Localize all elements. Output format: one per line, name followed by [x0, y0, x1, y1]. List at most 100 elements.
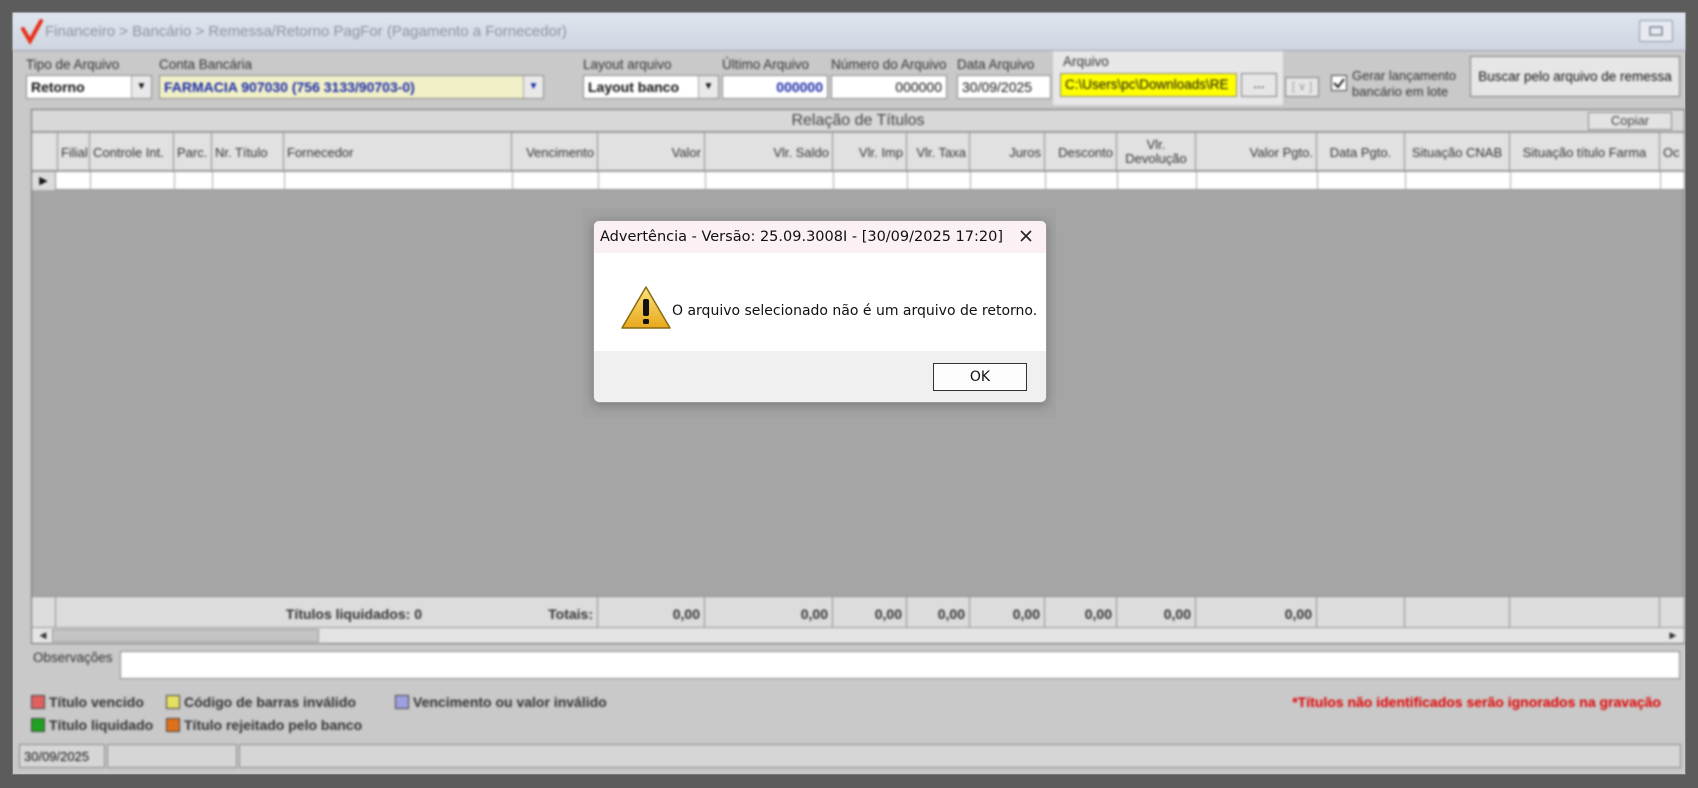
total-empty [1317, 597, 1405, 631]
arquivo-path-field[interactable]: C:\Users\pc\Downloads\RE [1060, 73, 1237, 97]
conta-bancaria-select[interactable]: FARMACIA 907030 (756 3133/90703-0) ▼ [159, 75, 544, 99]
totais-label: Totais: [426, 597, 598, 631]
col-header[interactable]: Parc. [174, 133, 212, 171]
grid-header-row: Filial Controle Int. Parc. Nr. Título Fo… [32, 133, 1684, 171]
ultimo-arquivo-field[interactable]: 000000 [722, 75, 828, 99]
horizontal-scrollbar[interactable]: ◀ ▶ [32, 627, 1684, 643]
legend-label: Título liquidado [49, 717, 154, 733]
status-bar: 30/09/2025 [19, 744, 1681, 768]
col-header[interactable]: Juros [970, 133, 1045, 171]
conta-bancaria-value: FARMACIA 907030 (756 3133/90703-0) [164, 79, 415, 95]
data-arquivo-field[interactable]: 30/09/2025 [957, 75, 1051, 99]
row-pointer-icon: ▶ [32, 172, 56, 190]
scroll-thumb[interactable] [52, 629, 319, 642]
total-desconto: 0,00 [1045, 597, 1117, 631]
gerar-lancamento-checkbox[interactable] [1331, 75, 1347, 91]
numero-arquivo-field[interactable]: 000000 [831, 75, 947, 99]
legend-titulo-vencido: Título vencido [31, 694, 144, 710]
scroll-left-icon[interactable]: ◀ [34, 628, 52, 643]
gerar-lancamento-label-2: bancário em lote [1352, 84, 1449, 99]
tipo-arquivo-select[interactable]: Retorno ▼ [26, 75, 152, 99]
ok-button[interactable]: OK [933, 363, 1027, 391]
col-header[interactable]: Desconto [1045, 133, 1117, 171]
window-title: Financeiro > Bancário > Remessa/Retorno … [45, 23, 567, 40]
legend-swatch [166, 718, 180, 732]
window-close-icon [1649, 26, 1663, 36]
col-header[interactable]: Vlr. Imp [833, 133, 907, 171]
total-vlr-devolucao: 0,00 [1117, 597, 1196, 631]
table-row[interactable]: ▶ [32, 172, 1684, 190]
dialog-title-bar: Advertência - Versão: 25.09.3008I - [30/… [594, 221, 1046, 253]
legend-label: Título rejeitado pelo banco [184, 717, 363, 733]
total-valor-pgto: 0,00 [1196, 597, 1317, 631]
window-close-button[interactable] [1639, 20, 1673, 42]
col-header[interactable]: Oc [1660, 133, 1686, 171]
ignored-titles-note: *Títulos não identificados serão ignorad… [1292, 694, 1661, 710]
legend-label: Vencimento ou valor inválido [413, 694, 607, 710]
conta-bancaria-label: Conta Bancária [159, 57, 253, 72]
total-vlr-taxa: 0,00 [907, 597, 970, 631]
numero-arquivo-label: Número do Arquivo [831, 57, 947, 72]
status-panel [239, 744, 1681, 768]
dialog-body: O arquivo selecionado não é um arquivo d… [594, 253, 1046, 351]
col-header[interactable]: Valor [598, 133, 705, 171]
grid-title-text: Relação de Títulos [791, 112, 925, 129]
total-empty [1510, 597, 1660, 631]
check-icon [1333, 78, 1345, 89]
legend-titulo-liquidado: Título liquidado [31, 717, 153, 733]
titulos-liquidados-label: Títulos liquidados: 0 [285, 606, 422, 622]
col-header[interactable]: Vlr. Saldo [705, 133, 833, 171]
chevron-down-icon[interactable]: ▼ [523, 76, 543, 98]
total-valor: 0,00 [598, 597, 705, 631]
chevron-down-icon[interactable]: ▼ [131, 76, 151, 98]
status-panel [107, 744, 237, 768]
total-empty [1405, 597, 1510, 631]
disabled-toggle-button: [ ∨ ] [1285, 77, 1319, 97]
title-bar: Financeiro > Bancário > Remessa/Retorno … [13, 13, 1685, 51]
dialog-message: O arquivo selecionado não é um arquivo d… [672, 303, 1038, 319]
buscar-remessa-button[interactable]: Buscar pelo arquivo de remessa [1470, 56, 1680, 97]
legend-swatch [31, 695, 45, 709]
data-arquivo-label: Data Arquivo [957, 57, 1035, 72]
tipo-arquivo-value: Retorno [31, 79, 85, 95]
col-header[interactable]: Data Pgto. [1317, 133, 1405, 171]
arquivo-label: Arquivo [1063, 54, 1109, 69]
dialog-title: Advertência - Versão: 25.09.3008I - [30/… [600, 229, 1003, 245]
browse-file-button[interactable]: ... [1241, 73, 1277, 97]
scroll-right-icon[interactable]: ▶ [1664, 628, 1682, 643]
layout-arquivo-label: Layout arquivo [583, 57, 672, 72]
observacoes-field[interactable] [120, 651, 1680, 679]
legend-vencimento-valor: Vencimento ou valor inválido [395, 694, 607, 710]
col-header[interactable]: Controle Int. [90, 133, 174, 171]
app-logo-icon [21, 19, 43, 45]
col-header[interactable]: Vlr. Taxa [907, 133, 970, 171]
legend-titulo-rejeitado: Título rejeitado pelo banco [166, 717, 362, 733]
total-vlr-imp: 0,00 [833, 597, 907, 631]
status-date: 30/09/2025 [19, 744, 105, 768]
observacoes-label: Observações [33, 650, 113, 665]
col-header[interactable]: Situação CNAB [1405, 133, 1510, 171]
total-juros: 0,00 [970, 597, 1045, 631]
col-header[interactable]: Situação título Farma [1510, 133, 1660, 171]
dialog-close-button[interactable] [1014, 226, 1038, 248]
warning-dialog: Advertência - Versão: 25.09.3008I - [30/… [593, 220, 1047, 403]
legend-label: Código de barras inválido [184, 694, 356, 710]
col-header[interactable]: Vencimento [512, 133, 598, 171]
col-header[interactable]: Filial [58, 133, 90, 171]
legend-swatch [166, 695, 180, 709]
layout-arquivo-select[interactable]: Layout banco ▼ [583, 75, 719, 99]
col-header[interactable]: Vlr. Devolução [1117, 133, 1196, 171]
col-header[interactable]: Fornecedor [284, 133, 512, 171]
col-header[interactable]: Valor Pgto. [1196, 133, 1317, 171]
ultimo-arquivo-label: Último Arquivo [722, 57, 810, 72]
totals-row: Títulos liquidados: 0 Totais: 0,00 0,00 … [32, 596, 1684, 631]
col-header[interactable]: Nr. Título [212, 133, 284, 171]
tipo-arquivo-label: Tipo de Arquivo [26, 57, 120, 72]
legend-swatch [395, 695, 409, 709]
copy-button[interactable]: Copiar [1588, 112, 1672, 130]
legend-label: Título vencido [49, 694, 144, 710]
layout-arquivo-value: Layout banco [588, 79, 680, 95]
legend-swatch [31, 718, 45, 732]
legend-codigo-barras: Código de barras inválido [166, 694, 356, 710]
chevron-down-icon[interactable]: ▼ [698, 76, 718, 98]
